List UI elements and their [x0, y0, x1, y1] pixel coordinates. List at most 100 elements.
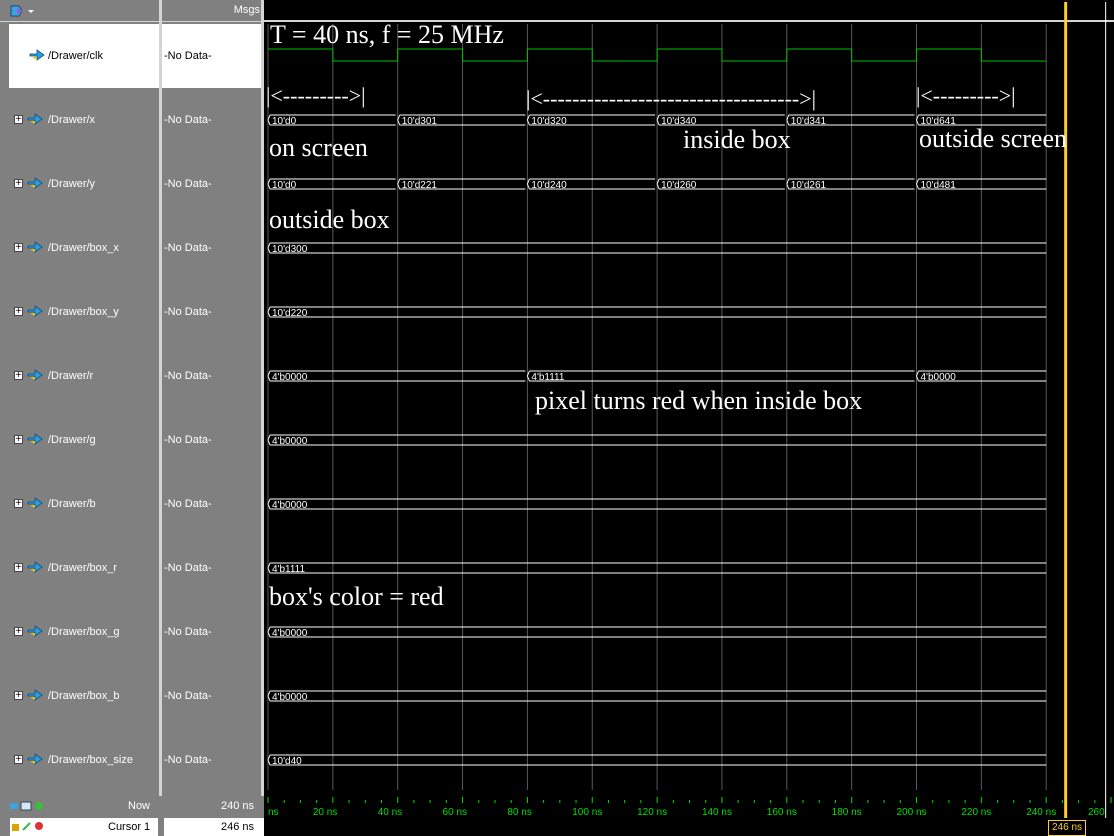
signal-name: /Drawer/b — [48, 498, 96, 510]
signal-icon — [27, 752, 43, 771]
signal-name: /Drawer/box_x — [48, 242, 119, 254]
panel-header: Msgs — [0, 0, 264, 22]
signal-name: /Drawer/box_r — [48, 562, 118, 574]
timeline-label: 40 ns — [378, 807, 402, 818]
expand-icon[interactable]: + — [14, 499, 23, 509]
annotation-arrow-inside-box: |<----------------------------------->| — [526, 86, 817, 111]
signal-name: /Drawer/x — [48, 114, 96, 126]
expand-icon[interactable]: + — [14, 627, 23, 637]
bus-segment-r — [526, 370, 915, 382]
cursor-tools-icon[interactable] — [11, 820, 47, 835]
signal-row[interactable]: + /Drawer/box_r -No Data- — [0, 536, 264, 600]
signal-msg-value: -No Data- — [164, 242, 212, 254]
timeline-label: 120 ns — [637, 807, 667, 818]
signal-icon — [27, 624, 43, 643]
expand-icon[interactable]: + — [14, 755, 23, 765]
bus-value-box_size: 10'd40 — [272, 756, 302, 767]
bus-value-y: 10'd481 — [921, 180, 957, 191]
timeline-label: 200 ns — [897, 807, 927, 818]
bus-value-box_r: 4'b1111 — [272, 564, 305, 575]
expand-icon[interactable]: + — [14, 243, 23, 253]
bus-value-y: 10'd260 — [661, 180, 697, 191]
bus-value-box_x: 10'd300 — [272, 244, 308, 255]
annotation-inside-box: inside box — [683, 125, 791, 154]
expand-icon[interactable]: + — [14, 563, 23, 573]
timeline-label: 140 ns — [702, 807, 732, 818]
signal-msg-value: -No Data- — [164, 434, 212, 446]
signal-name: /Drawer/r — [48, 370, 94, 382]
annotation-box-color: box's color = red — [269, 582, 444, 611]
timeline-label: 100 ns — [572, 807, 602, 818]
bus-value-r: 4'b0000 — [272, 372, 308, 383]
signal-name: /Drawer/box_g — [48, 626, 120, 638]
bus-value-g: 4'b0000 — [272, 436, 308, 447]
bus-value-r: 4'b0000 — [921, 372, 957, 383]
signal-name: /Drawer/box_b — [48, 690, 120, 702]
signal-row[interactable]: + /Drawer/b -No Data- — [0, 472, 264, 536]
timeline-label: 220 ns — [961, 807, 991, 818]
timeline-label: 180 ns — [832, 807, 862, 818]
signal-row[interactable]: + /Drawer/box_g -No Data- — [0, 600, 264, 664]
timeline-label: 60 ns — [443, 807, 467, 818]
now-label: Now — [128, 800, 151, 812]
now-value: 240 ns — [221, 800, 255, 812]
signal-name: /Drawer/y — [48, 178, 96, 190]
cursor-time-box[interactable]: 246 ns — [1048, 820, 1086, 836]
bus-value-x: 10'd0 — [272, 116, 297, 127]
signal-msg-value: -No Data- — [164, 562, 212, 574]
cursor-value: 246 ns — [221, 821, 255, 833]
column-separator[interactable] — [159, 0, 162, 836]
annotation-outside-box: outside box — [269, 205, 390, 234]
signal-icon — [27, 176, 43, 195]
cursor-label: Cursor 1 — [108, 821, 151, 833]
expand-icon[interactable]: + — [14, 371, 23, 381]
annotation-arrow-outside-screen: |<--------->| — [916, 83, 1016, 108]
signal-name: /Drawer/box_size — [48, 754, 133, 766]
now-icons[interactable] — [9, 800, 45, 815]
status-area: Now 240 ns Cursor 1 246 ns — [0, 796, 264, 836]
signal-name: /Drawer/g — [48, 434, 96, 446]
signal-icon — [27, 240, 43, 259]
expand-icon[interactable]: + — [14, 435, 23, 445]
signal-row[interactable]: + /Drawer/x -No Data- — [0, 88, 264, 152]
signal-row[interactable]: + /Drawer/box_b -No Data- — [0, 664, 264, 728]
bus-value-y: 10'd0 — [272, 180, 297, 191]
signal-msg-value: -No Data- — [164, 178, 212, 190]
annotation-outside-screen: outside screen — [919, 124, 1068, 153]
toolbar-icon[interactable] — [9, 4, 35, 23]
signal-icon — [27, 560, 43, 579]
signal-row[interactable]: + /Drawer/box_x -No Data- — [0, 216, 264, 280]
signal-row[interactable]: + /Drawer/r -No Data- — [0, 344, 264, 408]
expand-icon[interactable]: + — [14, 307, 23, 317]
bus-value-r: 4'b1111 — [531, 372, 564, 383]
bus-value-y: 10'd261 — [791, 180, 827, 191]
signal-row[interactable]: + /Drawer/box_size -No Data- — [0, 728, 264, 792]
signal-msg-value: -No Data- — [164, 690, 212, 702]
signal-row[interactable]: + /Drawer/y -No Data- — [0, 152, 264, 216]
bus-value-box_y: 10'd220 — [272, 308, 308, 319]
bus-value-x: 10'd341 — [791, 116, 827, 127]
signal-name: /Drawer/clk — [48, 50, 104, 62]
annotation-pixel-red: pixel turns red when inside box — [535, 386, 863, 415]
signal-icon — [27, 368, 43, 387]
signal-msg-value: -No Data- — [164, 50, 212, 62]
timeline-label: 160 ns — [767, 807, 797, 818]
timeline-label: ns — [268, 807, 279, 818]
waveform-panel[interactable]: 10'd0 10'd301 10'd320 10'd340 10'd341 10'd641… — [264, 0, 1114, 836]
expand-icon[interactable]: + — [14, 179, 23, 189]
expand-icon[interactable]: + — [14, 115, 23, 125]
signal-row[interactable]: + /Drawer/g -No Data- — [0, 408, 264, 472]
annotation-arrow-on-screen: |<--------->| — [266, 83, 366, 108]
bus-value-box_b: 4'b0000 — [272, 692, 308, 703]
signal-row[interactable]: /Drawer/clk -No Data- — [0, 24, 264, 88]
bus-value-box_g: 4'b0000 — [272, 628, 308, 639]
signal-row[interactable]: + /Drawer/box_y -No Data- — [0, 280, 264, 344]
bus-value-b: 4'b0000 — [272, 500, 308, 511]
signal-icon — [27, 496, 43, 515]
signal-msg-value: -No Data- — [164, 498, 212, 510]
signal-msg-value: -No Data- — [164, 626, 212, 638]
expand-icon[interactable]: + — [14, 691, 23, 701]
signal-panel: Msgs /Drawer/clk -No Data- + /Drawer/x -No D… — [0, 0, 264, 836]
clock-waveform — [268, 48, 1047, 62]
bus-value-x: 10'd301 — [402, 116, 438, 127]
